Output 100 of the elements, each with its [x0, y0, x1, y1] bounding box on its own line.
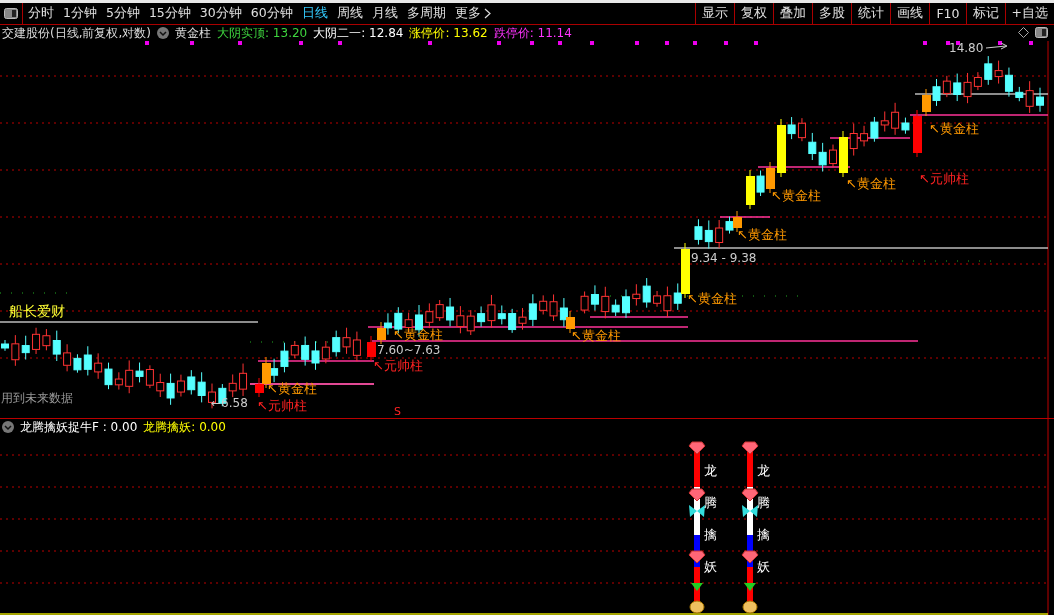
toolbar-button[interactable]: +自选: [1004, 3, 1054, 24]
chevron-icon: [483, 8, 491, 19]
period-tab[interactable]: 5分钟: [105, 5, 140, 22]
candlestick: [808, 132, 817, 161]
level-line: [719, 216, 771, 218]
candlestick: [733, 210, 742, 233]
candlestick: [622, 288, 630, 319]
panel-toggle-icon[interactable]: [1035, 27, 1048, 38]
period-tab[interactable]: 1分钟: [63, 5, 97, 22]
candlestick: [539, 294, 548, 315]
candlestick: [642, 277, 651, 309]
toolbar-button[interactable]: 画线: [890, 3, 930, 24]
period-tab[interactable]: 60分钟: [250, 5, 293, 22]
toolbar-button[interactable]: 显示: [695, 3, 735, 24]
candlestick: [42, 328, 51, 351]
period-tab[interactable]: 月线: [371, 5, 398, 22]
price-range-label: 7.60~7.63: [376, 343, 442, 357]
period-tab[interactable]: 15分钟: [148, 5, 191, 22]
indicator-name: 黄金柱: [175, 24, 211, 42]
indicator-value: 跌停价: 11.14: [493, 24, 572, 42]
signal-label: ↖元帅柱: [372, 358, 424, 373]
candlestick: [953, 73, 962, 102]
candlestick: [11, 334, 20, 367]
indicator-value: 大阴实顶: 13.20: [217, 24, 308, 42]
period-tab[interactable]: 分时: [28, 5, 54, 22]
candlestick: [104, 362, 113, 390]
indicator-char: 妖: [757, 560, 770, 573]
signal-label: ↖黄金柱: [392, 327, 444, 342]
signal-label: ↖元帅柱: [918, 171, 970, 186]
candlestick: [435, 299, 444, 322]
candlestick: [187, 369, 196, 395]
candlestick: [21, 335, 30, 360]
candlestick: [332, 330, 341, 358]
signal-label: ↖黄金柱: [770, 188, 822, 203]
candlestick: [466, 309, 475, 336]
candlestick: [352, 331, 361, 362]
toolbar-button[interactable]: 复权: [734, 3, 774, 24]
candlestick: [63, 343, 72, 372]
candlestick: [839, 130, 848, 178]
candlestick: [994, 60, 1003, 85]
candlestick: [145, 364, 154, 389]
candlestick: [590, 284, 599, 312]
toolbar-button[interactable]: 标记: [965, 3, 1005, 24]
signal-label: ↖黄金柱: [928, 121, 980, 136]
candlestick: [694, 218, 703, 246]
indicator-char: 擒: [757, 528, 770, 541]
signal-label: ↖黄金柱: [736, 227, 788, 242]
candlestick: [528, 293, 537, 327]
candlestick: [984, 55, 993, 86]
candlestick: [518, 307, 527, 331]
candlestick: [301, 336, 310, 367]
note-text: 用到未来数据: [0, 391, 74, 405]
candlestick: [52, 330, 61, 362]
period-tab[interactable]: 周线: [336, 5, 363, 22]
candlestick: [383, 312, 392, 336]
s-marker: S: [393, 405, 402, 418]
candlestick: [766, 161, 775, 194]
period-tab[interactable]: 更多: [454, 5, 491, 22]
candlestick: [321, 340, 330, 364]
indicator-char: 擒: [704, 528, 717, 541]
brand-label: 船长爱财: [8, 303, 66, 319]
panel-toggle-icon[interactable]: [4, 8, 18, 19]
candlestick: [880, 110, 889, 132]
candlestick: [270, 358, 279, 383]
indicator-value: 大阴二一: 12.84: [313, 24, 404, 42]
candlestick: [508, 308, 517, 334]
indicator-value: 龙腾擒妖: 0.00: [143, 418, 226, 436]
signal-label: ↖黄金柱: [845, 176, 897, 191]
candlestick: [942, 75, 951, 98]
indicator-value: 龙腾擒妖捉牛F : 0.00: [20, 418, 138, 436]
toolbar-button[interactable]: 叠加: [773, 3, 813, 24]
candlestick: [549, 293, 558, 322]
candlestick: [94, 352, 103, 380]
candlestick: [797, 117, 806, 142]
indicator-char: 腾: [704, 496, 717, 509]
period-tab[interactable]: 日线: [301, 5, 328, 22]
dropdown-icon[interactable]: [2, 421, 14, 433]
candlestick: [932, 78, 941, 107]
candlestick: [239, 363, 248, 397]
candlestick: [1036, 87, 1044, 113]
candlestick: [197, 371, 206, 403]
candlestick: [114, 371, 123, 391]
indicator-char: 妖: [704, 560, 717, 573]
period-tab[interactable]: 30分钟: [199, 5, 242, 22]
candlestick: [377, 321, 386, 345]
signal-label: ↖黄金柱: [686, 291, 738, 306]
indicator-char: 龙: [757, 464, 770, 477]
toolbar-button[interactable]: 多股: [812, 3, 852, 24]
diamond-icon[interactable]: [1018, 27, 1029, 38]
toolbar-button[interactable]: 统计: [851, 3, 891, 24]
candlestick: [446, 297, 455, 327]
candlestick: [1, 339, 9, 352]
dropdown-icon[interactable]: [157, 27, 169, 39]
candlestick: [311, 340, 320, 371]
period-tab[interactable]: 多周期: [406, 5, 446, 22]
candlestick: [704, 219, 713, 250]
indicator-value: 涨停价: 13.62: [409, 24, 488, 42]
toolbar-button[interactable]: F10: [929, 3, 966, 24]
candlestick: [632, 283, 641, 307]
candlestick: [228, 373, 237, 398]
